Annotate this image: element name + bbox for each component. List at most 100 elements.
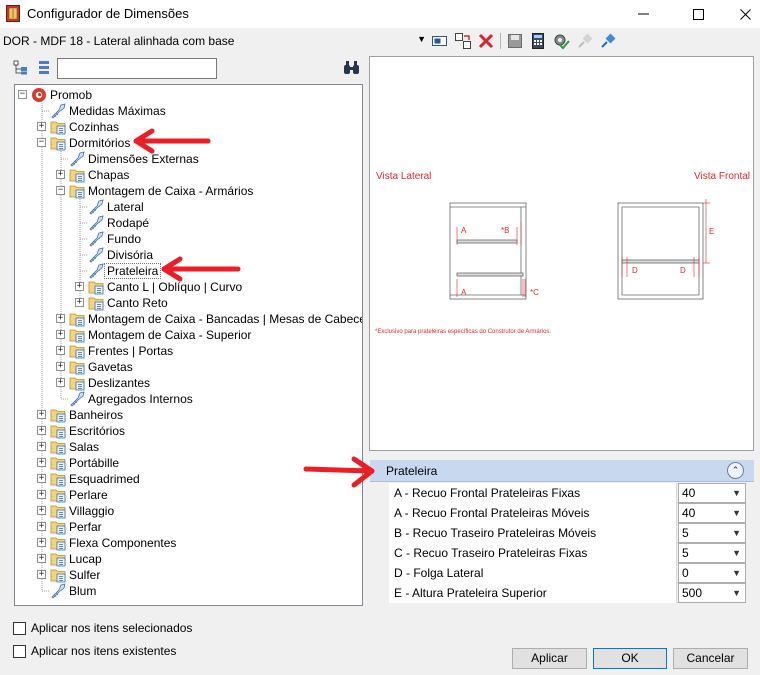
- tree-item-label: Montagem de Caixa - Superior: [88, 328, 252, 342]
- collapse-section-button[interactable]: ⌃: [727, 462, 744, 479]
- property-row: E - Altura Prateleira Superior 500 ▼: [389, 583, 746, 603]
- binoculars-icon[interactable]: [343, 60, 360, 75]
- dimension-tag-icon: [88, 263, 104, 279]
- tree-item[interactable]: Medidas Máximas: [15, 103, 362, 119]
- minimize-button[interactable]: [620, 0, 666, 28]
- tree-item[interactable]: + Deslizantes: [15, 375, 362, 391]
- dim-b: *B: [501, 226, 509, 235]
- tree-item[interactable]: + Lucap: [15, 551, 362, 567]
- tree-item[interactable]: + Perfar: [15, 519, 362, 535]
- property-value-select[interactable]: 5 ▼: [678, 523, 746, 543]
- expand-toggle-icon[interactable]: +: [56, 346, 65, 355]
- maximize-button[interactable]: [675, 0, 721, 28]
- tree-item-label: Dormitórios: [69, 136, 131, 150]
- expand-toggle-icon[interactable]: +: [75, 298, 84, 307]
- expand-toggle-icon[interactable]: +: [37, 570, 46, 579]
- cancel-button[interactable]: Cancelar: [673, 648, 748, 669]
- apply-selected-checkbox[interactable]: [13, 622, 26, 635]
- expand-toggle-icon[interactable]: +: [37, 490, 46, 499]
- expand-toggle-icon[interactable]: +: [56, 314, 65, 323]
- expand-toggle-icon[interactable]: +: [37, 122, 46, 131]
- tree-item-label: Chapas: [88, 168, 130, 182]
- property-name: B - Recuo Traseiro Prateleiras Móveis: [389, 523, 677, 543]
- tree-item-label: Portábille: [69, 456, 120, 470]
- expand-toggle-icon[interactable]: +: [37, 410, 46, 419]
- collapse-toggle-icon[interactable]: −: [18, 90, 27, 99]
- tree-item[interactable]: + Gavetas: [15, 359, 362, 375]
- tree-collapse-icon[interactable]: [36, 60, 52, 76]
- category-tree[interactable]: − Promob Medidas Máximas + Cozinhas − Dormitór…: [14, 84, 363, 606]
- tree-item[interactable]: + Banheiros: [15, 407, 362, 423]
- property-value-select[interactable]: 0 ▼: [678, 563, 746, 583]
- dimension-tag-icon: [88, 199, 104, 215]
- tree-item[interactable]: − Promob: [15, 87, 362, 103]
- pin-icon[interactable]: [599, 32, 617, 50]
- settings-check-icon[interactable]: [552, 32, 570, 50]
- property-value-select[interactable]: 40 ▼: [678, 483, 746, 503]
- tree-item[interactable]: + Canto Reto: [15, 295, 362, 311]
- property-value-select[interactable]: 500 ▼: [678, 583, 746, 603]
- ok-button[interactable]: OK: [593, 648, 667, 669]
- delete-icon[interactable]: [477, 32, 495, 50]
- tree-item[interactable]: + Montagem de Caixa - Superior: [15, 327, 362, 343]
- expand-toggle-icon[interactable]: +: [56, 170, 65, 179]
- expand-toggle-icon[interactable]: +: [37, 506, 46, 515]
- expand-toggle-icon[interactable]: +: [56, 330, 65, 339]
- tree-item[interactable]: + Salas: [15, 439, 362, 455]
- configuration-combo[interactable]: DOR - MDF 18 - Lateral alinhada com base…: [0, 31, 428, 51]
- expand-toggle-icon[interactable]: +: [37, 522, 46, 531]
- side-view-drawing: [449, 202, 527, 300]
- apply-button[interactable]: Aplicar: [512, 648, 587, 669]
- props-header[interactable]: Prateleira ⌃: [370, 460, 754, 482]
- tree-item[interactable]: Lateral: [15, 199, 362, 215]
- folder-icon: [69, 183, 85, 199]
- tree-item[interactable]: + Montagem de Caixa - Bancadas | Mesas de…: [15, 311, 362, 327]
- tree-item[interactable]: Rodapé: [15, 215, 362, 231]
- folder-icon: [69, 327, 85, 343]
- tree-item-label: Sulfer: [69, 568, 101, 582]
- tree-item-label: Lateral: [107, 200, 144, 214]
- expand-toggle-icon[interactable]: +: [37, 554, 46, 563]
- collapse-toggle-icon[interactable]: −: [37, 138, 46, 147]
- expand-toggle-icon[interactable]: +: [75, 282, 84, 291]
- calculator-icon[interactable]: [529, 32, 547, 50]
- folder-icon: [88, 279, 104, 295]
- property-value-select[interactable]: 40 ▼: [678, 503, 746, 523]
- pin-disabled-icon[interactable]: [576, 32, 594, 50]
- save-icon[interactable]: [506, 32, 524, 50]
- folder-icon: [50, 471, 66, 487]
- expand-toggle-icon[interactable]: +: [37, 538, 46, 547]
- view-icon[interactable]: [431, 32, 449, 50]
- toolbar-separator: [500, 33, 501, 49]
- expand-toggle-icon[interactable]: +: [37, 442, 46, 451]
- tree-item[interactable]: + Escritórios: [15, 423, 362, 439]
- swap-icon[interactable]: [454, 32, 472, 50]
- tree-item-label: Esquadrimed: [69, 472, 140, 486]
- tree-search-input[interactable]: [57, 58, 217, 79]
- window-title: Configurador de Dimensões: [27, 6, 189, 21]
- property-value-select[interactable]: 5 ▼: [678, 543, 746, 563]
- property-value: 0: [682, 566, 689, 580]
- close-button[interactable]: [722, 0, 760, 28]
- expand-toggle-icon[interactable]: +: [56, 362, 65, 371]
- expand-toggle-icon[interactable]: +: [56, 378, 65, 387]
- expand-toggle-icon[interactable]: +: [37, 458, 46, 467]
- property-name: E - Altura Prateleira Superior: [389, 583, 677, 603]
- tree-item[interactable]: Fundo: [15, 231, 362, 247]
- tree-item[interactable]: + Villaggio: [15, 503, 362, 519]
- tree-item[interactable]: + Sulfer: [15, 567, 362, 583]
- tree-item[interactable]: + Chapas: [15, 167, 362, 183]
- apply-existing-checkbox[interactable]: [13, 645, 26, 658]
- chevron-down-icon: ▼: [732, 548, 741, 558]
- tree-item[interactable]: + Flexa Componentes: [15, 535, 362, 551]
- tree-expand-icon[interactable]: [13, 60, 29, 76]
- expand-toggle-icon[interactable]: +: [37, 426, 46, 435]
- tree-item-label: Salas: [69, 440, 100, 454]
- expand-toggle-icon[interactable]: +: [37, 474, 46, 483]
- tree-item[interactable]: Blum: [15, 583, 362, 599]
- property-name: A - Recuo Frontal Prateleiras Móveis: [389, 503, 677, 523]
- tree-item[interactable]: − Montagem de Caixa - Armários: [15, 183, 362, 199]
- tree-item[interactable]: + Frentes | Portas: [15, 343, 362, 359]
- tree-item[interactable]: Agregados Internos: [15, 391, 362, 407]
- collapse-toggle-icon[interactable]: −: [56, 186, 65, 195]
